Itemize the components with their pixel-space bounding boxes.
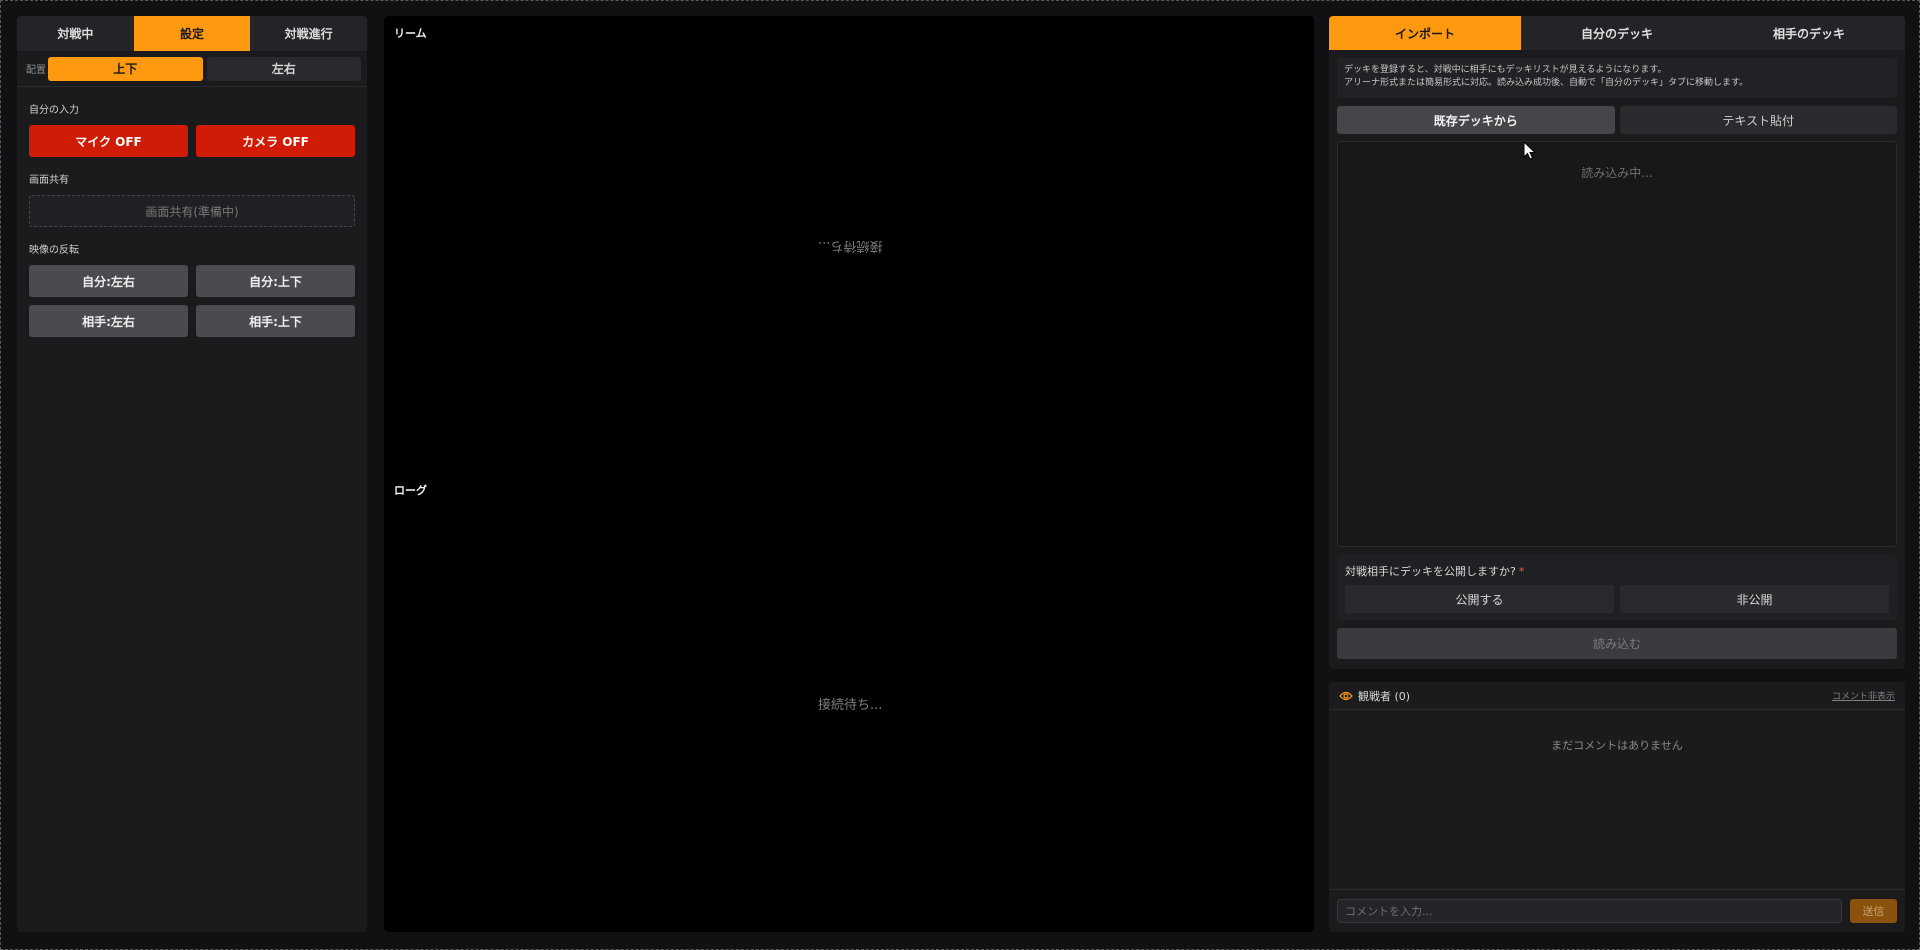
stream-area: リーム 接続待ち... ローグ 接続待ち... (384, 16, 1314, 932)
deck-list-loading: 読み込み中... (1581, 166, 1653, 180)
import-info-line-2: アリーナ形式または簡易形式に対応。読み込み成功後、自動で「自分のデッキ」タブに移… (1344, 78, 1749, 88)
publish-question: 対戦相手にデッキを公開しますか? * (1345, 563, 1889, 579)
tab-settings[interactable]: 設定 (133, 16, 251, 51)
screen-share-title: 画面共有 (29, 175, 69, 186)
import-source-toggle: 既存デッキから テキスト貼付 (1337, 106, 1897, 134)
existing-deck-list[interactable]: 読み込み中... (1337, 141, 1897, 547)
tab-battle-progress[interactable]: 対戦進行 (250, 16, 367, 51)
viewers-panel: 観戦者 (0) コメント非表示 まだコメントはありません 送信 (1329, 682, 1905, 932)
viewers-count-label: 観戦者 (0) (1358, 689, 1411, 703)
tab-in-battle[interactable]: 対戦中 (17, 16, 134, 51)
left-tabs: 対戦中 設定 対戦進行 (17, 16, 367, 51)
layout-horizontal-option[interactable]: 左右 (206, 56, 361, 81)
input-section: 自分の入力 マイク OFF カメラ OFF (17, 101, 367, 157)
publish-question-text: 対戦相手にデッキを公開しますか? (1345, 565, 1516, 578)
flip-self-horizontal-button[interactable]: 自分:左右 (29, 265, 188, 297)
flip-self-vertical-button[interactable]: 自分:上下 (196, 265, 355, 297)
load-deck-button[interactable]: 読み込む (1337, 628, 1897, 659)
flip-section: 映像の反転 自分:左右 自分:上下 相手:左右 相手:上下 (17, 241, 367, 337)
flip-section-title: 映像の反転 (29, 245, 79, 256)
app-window: 対戦中 設定 対戦進行 配置 上下 左右 自分の入力 マイク OFF カメラ O… (0, 0, 1920, 950)
flip-opponent-vertical-button[interactable]: 相手:上下 (196, 305, 355, 337)
deck-panel: インポート 自分のデッキ 相手のデッキ デッキを登録すると、対戦中に相手にもデッ… (1329, 16, 1905, 669)
mic-toggle-button[interactable]: マイク OFF (29, 125, 188, 157)
camera-toggle-button[interactable]: カメラ OFF (196, 125, 355, 157)
publish-yes-button[interactable]: 公開する (1345, 585, 1614, 613)
source-paste-text-option[interactable]: テキスト貼付 (1619, 106, 1897, 134)
screen-share-section: 画面共有 画面共有(準備中) (17, 171, 367, 227)
comment-input[interactable] (1337, 899, 1842, 923)
tab-opponent-deck[interactable]: 相手のデッキ (1713, 16, 1905, 50)
viewers-header: 観戦者 (0) コメント非表示 (1329, 682, 1905, 710)
empty-comments-text: まだコメントはありません (1551, 739, 1683, 752)
tab-import[interactable]: インポート (1329, 16, 1521, 50)
layout-toggle: 上下 左右 (48, 56, 361, 81)
hide-comments-link[interactable]: コメント非表示 (1832, 689, 1895, 702)
layout-label: 配置 (26, 65, 46, 76)
flip-opponent-horizontal-button[interactable]: 相手:左右 (29, 305, 188, 337)
eye-icon (1339, 691, 1353, 700)
tab-my-deck[interactable]: 自分のデッキ (1521, 16, 1713, 50)
settings-panel: 対戦中 設定 対戦進行 配置 上下 左右 自分の入力 マイク OFF カメラ O… (17, 16, 367, 932)
self-stream-waiting: 接続待ち... (818, 698, 883, 713)
layout-row: 配置 上下 左右 (17, 51, 367, 87)
deck-tabs: インポート 自分のデッキ 相手のデッキ (1329, 16, 1905, 50)
import-info-line-1: デッキを登録すると、対戦中に相手にもデッキリストが見えるようになります。 (1344, 65, 1667, 75)
publish-no-button[interactable]: 非公開 (1620, 585, 1889, 613)
input-section-title: 自分の入力 (29, 105, 79, 116)
import-info: デッキを登録すると、対戦中に相手にもデッキリストが見えるようになります。 アリー… (1337, 58, 1897, 98)
opponent-stream-waiting: 接続待ち... (818, 238, 883, 253)
opponent-stream-label: リーム (394, 27, 427, 40)
source-existing-deck-option[interactable]: 既存デッキから (1337, 106, 1615, 134)
mouse-cursor-icon (1523, 141, 1537, 160)
send-comment-button[interactable]: 送信 (1850, 899, 1897, 923)
layout-vertical-option[interactable]: 上下 (48, 56, 203, 81)
required-mark: * (1518, 565, 1525, 578)
comment-bar: 送信 (1329, 889, 1905, 932)
screen-share-button[interactable]: 画面共有(準備中) (29, 195, 355, 227)
self-stream-label: ローグ (394, 484, 427, 497)
publish-section: 対戦相手にデッキを公開しますか? * 公開する 非公開 (1337, 555, 1897, 620)
